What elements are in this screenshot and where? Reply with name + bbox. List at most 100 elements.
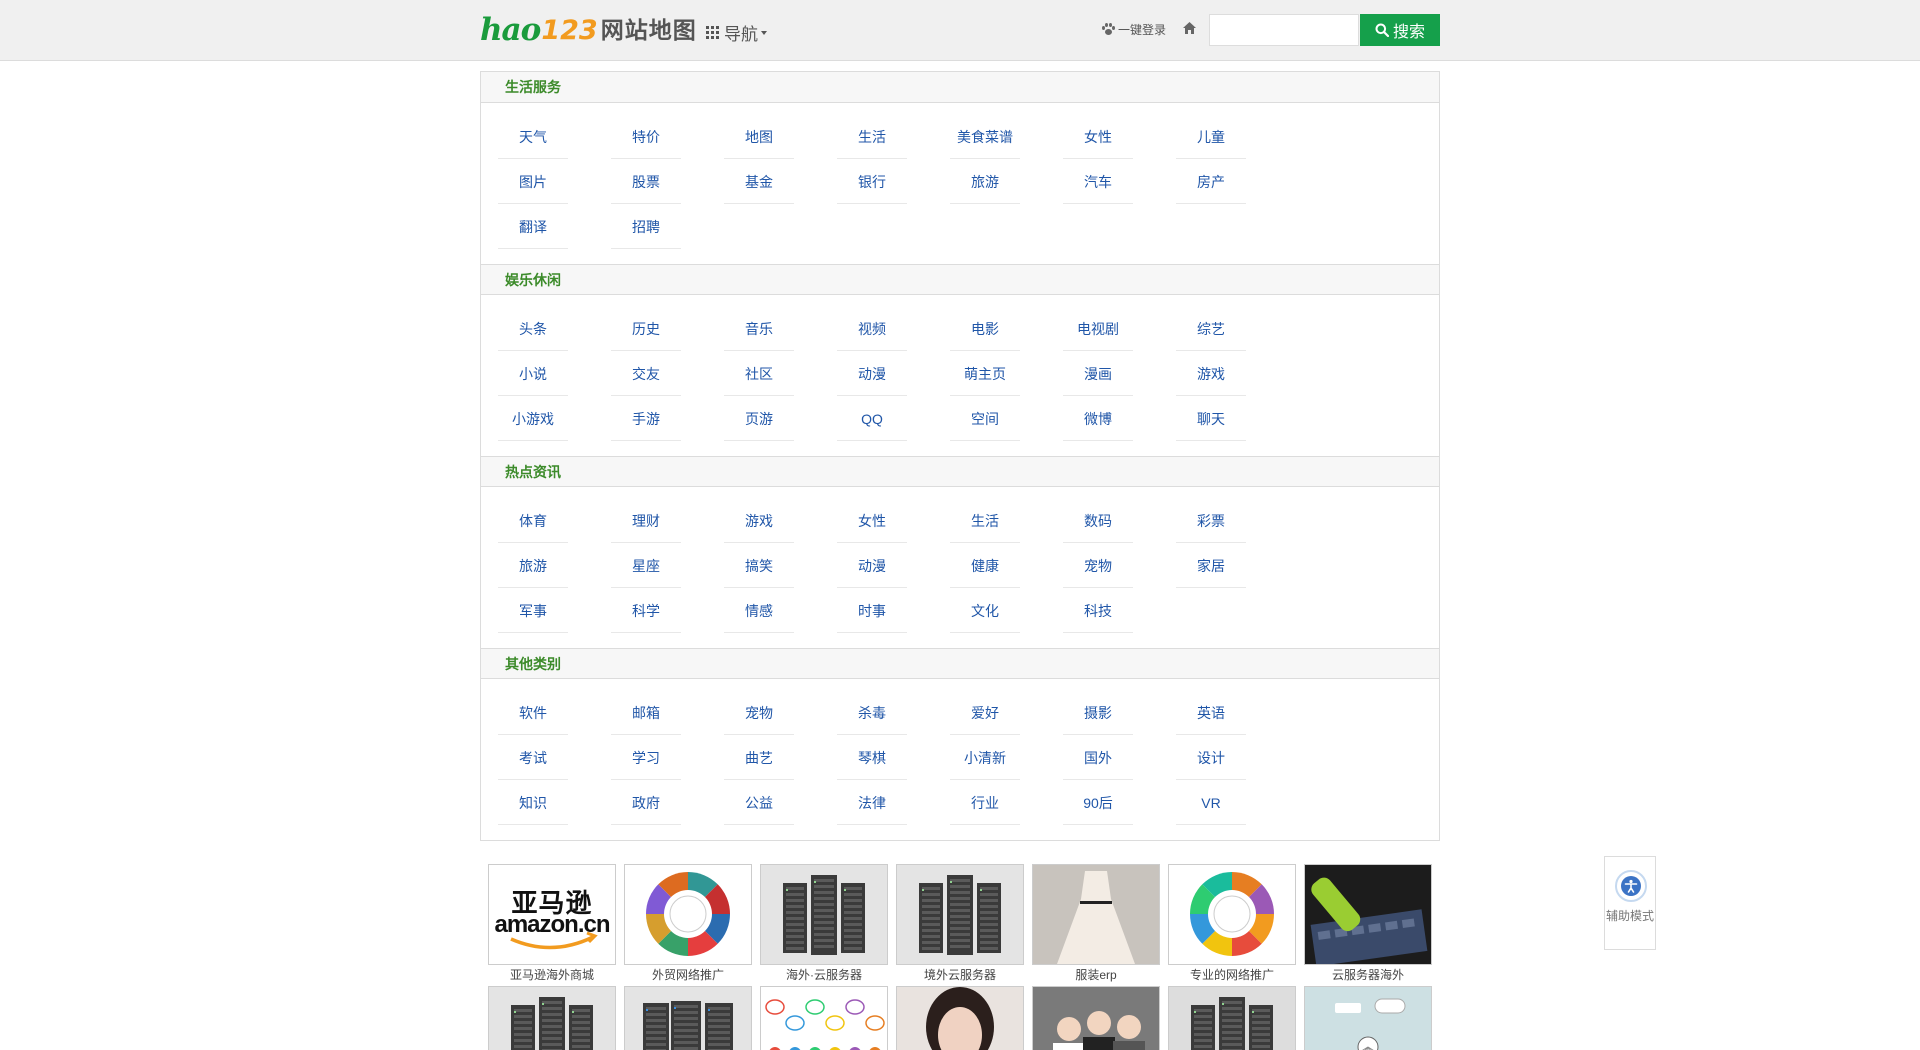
category-link[interactable]: 情感 — [724, 589, 794, 633]
category-link[interactable]: 文化 — [950, 589, 1020, 633]
category-link[interactable]: 聊天 — [1176, 397, 1246, 441]
category-link[interactable]: 银行 — [837, 160, 907, 204]
category-link[interactable]: 时事 — [837, 589, 907, 633]
category-link[interactable]: 交友 — [611, 352, 681, 396]
category-link[interactable]: 动漫 — [837, 544, 907, 588]
ad-caption[interactable]: 专业的网络推广 — [1168, 965, 1296, 985]
category-link[interactable]: 股票 — [611, 160, 681, 204]
server-rack-icon[interactable] — [896, 864, 1024, 965]
category-link[interactable]: 视频 — [837, 307, 907, 351]
assist-mode-button[interactable]: 辅助模式 — [1604, 856, 1656, 950]
category-link[interactable]: 特价 — [611, 115, 681, 159]
category-link[interactable]: 漫画 — [1063, 352, 1133, 396]
category-link[interactable]: 理财 — [611, 499, 681, 543]
ad-item[interactable] — [1168, 986, 1296, 1050]
ad-caption[interactable]: 外贸网络推广 — [624, 965, 752, 985]
category-link[interactable]: 儿童 — [1176, 115, 1246, 159]
ad-item[interactable]: 境外云服务器 — [896, 864, 1024, 985]
category-link[interactable]: 天气 — [498, 115, 568, 159]
ad-caption[interactable]: 境外云服务器 — [896, 965, 1024, 985]
category-link[interactable]: 90后 — [1063, 781, 1133, 825]
category-link[interactable]: 知识 — [498, 781, 568, 825]
category-link[interactable]: 杀毒 — [837, 691, 907, 735]
ad-caption[interactable]: 服装erp — [1032, 965, 1160, 985]
search-button[interactable]: 搜索 — [1360, 14, 1440, 46]
category-link[interactable]: 汽车 — [1063, 160, 1133, 204]
category-link[interactable]: 手游 — [611, 397, 681, 441]
category-link[interactable]: 电视剧 — [1063, 307, 1133, 351]
category-link[interactable]: 英语 — [1176, 691, 1246, 735]
category-link[interactable]: 翻译 — [498, 205, 568, 249]
amazon-logo-icon[interactable]: 亚马逊 amazon.cn — [488, 864, 616, 965]
server-cluster-icon[interactable] — [624, 986, 752, 1050]
category-link[interactable]: 动漫 — [837, 352, 907, 396]
ad-item[interactable]: 亚马逊 amazon.cn 亚马逊海外商城 — [488, 864, 616, 985]
ad-item[interactable]: 海外·云服务器 — [760, 864, 888, 985]
ad-item[interactable] — [488, 986, 616, 1050]
category-link[interactable]: 头条 — [498, 307, 568, 351]
category-link[interactable]: 公益 — [724, 781, 794, 825]
category-link[interactable]: 搞笑 — [724, 544, 794, 588]
category-link[interactable]: 宠物 — [1063, 544, 1133, 588]
marketing-wheel-icon[interactable] — [624, 864, 752, 965]
category-link[interactable]: 科技 — [1063, 589, 1133, 633]
category-link[interactable]: 图片 — [498, 160, 568, 204]
server-rack-icon[interactable] — [760, 864, 888, 965]
ad-caption[interactable]: 海外·云服务器 — [760, 965, 888, 985]
mind-map-icon[interactable] — [1304, 986, 1432, 1050]
ad-item[interactable] — [1032, 986, 1160, 1050]
site-logo[interactable]: hao 123 网站地图 — [480, 14, 697, 46]
category-link[interactable]: 设计 — [1176, 736, 1246, 780]
category-link[interactable]: 音乐 — [724, 307, 794, 351]
category-link[interactable]: 考试 — [498, 736, 568, 780]
category-link[interactable]: 电影 — [950, 307, 1020, 351]
category-link[interactable]: 生活 — [950, 499, 1020, 543]
category-link[interactable]: 军事 — [498, 589, 568, 633]
home-icon[interactable] — [1183, 22, 1196, 34]
category-link[interactable]: 游戏 — [1176, 352, 1246, 396]
category-link[interactable]: 政府 — [611, 781, 681, 825]
category-link[interactable]: 数码 — [1063, 499, 1133, 543]
category-link[interactable]: 琴棋 — [837, 736, 907, 780]
category-link[interactable]: 女性 — [1063, 115, 1133, 159]
ad-item[interactable]: 专业的网络推广 — [1168, 864, 1296, 985]
nav-dropdown[interactable]: 导航 — [706, 20, 767, 44]
ad-item[interactable]: 外贸网络推广 — [624, 864, 752, 985]
category-link[interactable]: 小游戏 — [498, 397, 568, 441]
ad-item[interactable] — [760, 986, 888, 1050]
category-link[interactable]: 旅游 — [498, 544, 568, 588]
category-link[interactable]: 体育 — [498, 499, 568, 543]
search-input[interactable] — [1209, 14, 1359, 46]
category-link[interactable]: 综艺 — [1176, 307, 1246, 351]
teacher-students-icon[interactable] — [1032, 986, 1160, 1050]
ad-item[interactable] — [1304, 986, 1432, 1050]
category-link[interactable]: 学习 — [611, 736, 681, 780]
one-click-login-link[interactable]: 一键登录 — [1102, 20, 1166, 38]
category-link[interactable]: 摄影 — [1063, 691, 1133, 735]
people-chat-icon[interactable] — [760, 986, 888, 1050]
category-link[interactable]: 星座 — [611, 544, 681, 588]
category-link[interactable]: 空间 — [950, 397, 1020, 441]
category-link[interactable]: 软件 — [498, 691, 568, 735]
ad-item[interactable] — [896, 986, 1024, 1050]
category-link[interactable]: 健康 — [950, 544, 1020, 588]
category-link[interactable]: 房产 — [1176, 160, 1246, 204]
category-link[interactable]: 萌主页 — [950, 352, 1020, 396]
category-link[interactable]: 地图 — [724, 115, 794, 159]
category-link[interactable]: 国外 — [1063, 736, 1133, 780]
category-link[interactable]: 彩票 — [1176, 499, 1246, 543]
category-link[interactable]: 旅游 — [950, 160, 1020, 204]
category-link[interactable]: 基金 — [724, 160, 794, 204]
portrait-icon[interactable] — [896, 986, 1024, 1050]
ad-item[interactable] — [624, 986, 752, 1050]
category-link[interactable]: 页游 — [724, 397, 794, 441]
category-link[interactable]: 美食菜谱 — [950, 115, 1020, 159]
category-link[interactable]: 法律 — [837, 781, 907, 825]
ad-item[interactable]: 云服务器海外 — [1304, 864, 1432, 985]
keyboard-vacuum-icon[interactable] — [1304, 864, 1432, 965]
element-wheel-icon[interactable] — [1168, 864, 1296, 965]
ad-caption[interactable]: 亚马逊海外商城 — [488, 965, 616, 985]
category-link[interactable]: 招聘 — [611, 205, 681, 249]
server-rack-icon[interactable] — [488, 986, 616, 1050]
category-link[interactable]: 宠物 — [724, 691, 794, 735]
